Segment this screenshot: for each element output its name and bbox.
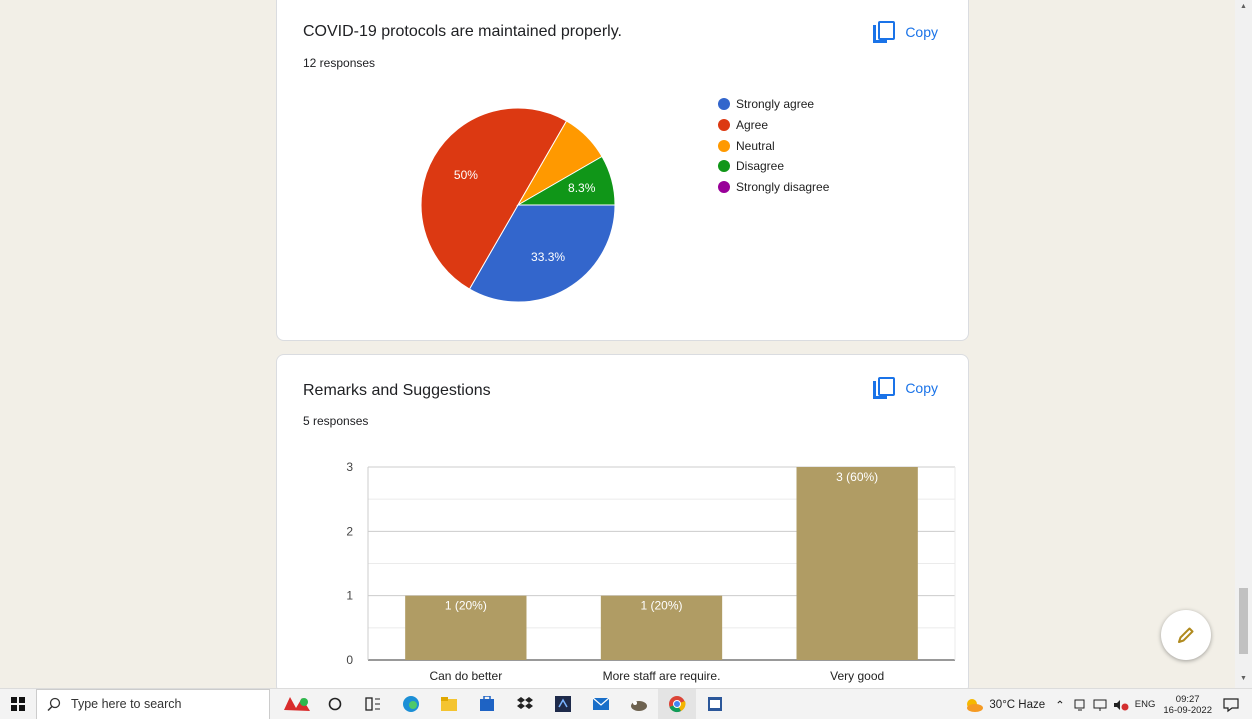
legend-item: Strongly agree bbox=[718, 94, 829, 115]
legend-swatch bbox=[718, 119, 730, 132]
legend-label: Agree bbox=[736, 118, 769, 133]
bar bbox=[796, 467, 918, 660]
legend-label: Strongly agree bbox=[736, 97, 815, 112]
legend-item: Disagree bbox=[718, 156, 829, 177]
windows-icon bbox=[11, 697, 25, 711]
bar-data-label: 1 (20%) bbox=[640, 599, 682, 613]
x-tick-label: More staff are require. bbox=[603, 669, 721, 683]
chrome-icon[interactable] bbox=[658, 688, 696, 719]
x-tick-label: Very good bbox=[830, 669, 884, 683]
chevron-up-icon[interactable]: ⌃ bbox=[1055, 698, 1065, 712]
clock-time: 09:27 bbox=[1175, 693, 1200, 705]
x-tick-label: Can do better bbox=[429, 669, 502, 683]
y-tick-label: 1 bbox=[346, 589, 353, 603]
mail-icon[interactable] bbox=[582, 689, 620, 719]
word-icon[interactable] bbox=[696, 689, 734, 719]
volume-muted-icon[interactable] bbox=[1113, 698, 1129, 712]
scroll-down-icon[interactable]: ▼ bbox=[1239, 675, 1248, 685]
legend-swatch bbox=[718, 139, 730, 152]
visual-studio-icon[interactable] bbox=[544, 689, 582, 719]
legend-label: Strongly disagree bbox=[736, 180, 830, 195]
y-tick-label: 0 bbox=[346, 653, 353, 667]
system-tray: 30°C Haze ⌃ ENG 09:27 16-09-2022 bbox=[963, 689, 1252, 719]
legend-swatch bbox=[718, 98, 730, 111]
clock-date: 16-09-2022 bbox=[1163, 704, 1212, 716]
file-explorer-icon[interactable] bbox=[430, 689, 468, 719]
taskbar-search-box[interactable]: Type here to search bbox=[36, 688, 270, 719]
page-scrollbar[interactable]: ▲ ▼ bbox=[1235, 0, 1252, 688]
legend-item: Neutral bbox=[718, 135, 829, 156]
pie-data-label: 50% bbox=[454, 168, 478, 182]
dropbox-icon[interactable] bbox=[506, 689, 544, 719]
task-view-icon[interactable] bbox=[354, 689, 392, 719]
legend-item: Strongly disagree bbox=[718, 177, 829, 198]
edge-browser-icon[interactable] bbox=[392, 689, 430, 719]
search-placeholder: Type here to search bbox=[71, 697, 182, 711]
y-tick-label: 3 bbox=[346, 460, 353, 474]
language-indicator[interactable]: ENG bbox=[1135, 699, 1156, 710]
network-icon[interactable] bbox=[1093, 698, 1107, 712]
y-tick-label: 2 bbox=[346, 524, 353, 538]
cortana-icon[interactable] bbox=[316, 689, 354, 719]
start-button[interactable] bbox=[0, 689, 36, 719]
pie-data-label: 8.3% bbox=[568, 181, 596, 195]
bar-data-label: 3 (60%) bbox=[836, 470, 878, 484]
gimp-icon[interactable] bbox=[620, 689, 658, 719]
pie-chart: 33.3% 50% 8.3% bbox=[420, 107, 616, 303]
bar-data-label: 1 (20%) bbox=[445, 599, 487, 613]
legend-label: Disagree bbox=[736, 159, 785, 174]
legend-item: Agree bbox=[718, 115, 829, 136]
pie-legend: Strongly agree Agree Neutral Disagree Strong… bbox=[718, 94, 829, 197]
pie-data-label: 33.3% bbox=[531, 250, 565, 264]
scroll-up-icon[interactable]: ▲ bbox=[1239, 3, 1248, 13]
bar-chart: 0 1 2 3 1 (20%) Can do better 1 (20%) More staf… bbox=[346, 460, 956, 683]
weather-icon[interactable] bbox=[963, 697, 985, 713]
taskbar-clock[interactable]: 09:27 16-09-2022 bbox=[1163, 694, 1212, 716]
question-card-remarks: Remarks and Suggestions 5 responses Copy… bbox=[276, 354, 969, 694]
legend-swatch bbox=[718, 160, 730, 173]
notifications-icon[interactable] bbox=[1222, 697, 1240, 713]
edit-button[interactable] bbox=[1161, 610, 1211, 660]
legend-swatch bbox=[718, 181, 730, 194]
decorative-app-icon[interactable] bbox=[278, 689, 316, 719]
meet-now-icon[interactable] bbox=[1073, 698, 1087, 712]
scroll-thumb[interactable] bbox=[1239, 588, 1248, 654]
windows-taskbar: Type here to search 30°C Haze ⌃ ENG 09:2… bbox=[0, 688, 1252, 719]
weather-text[interactable]: 30°C Haze bbox=[989, 699, 1045, 711]
question-card-covid-protocols: COVID-19 protocols are maintained proper… bbox=[276, 0, 969, 341]
search-icon bbox=[47, 697, 61, 711]
store-icon[interactable] bbox=[468, 689, 506, 719]
legend-label: Neutral bbox=[736, 138, 775, 153]
taskbar-app-icons bbox=[278, 688, 734, 719]
pencil-icon bbox=[1178, 627, 1194, 643]
